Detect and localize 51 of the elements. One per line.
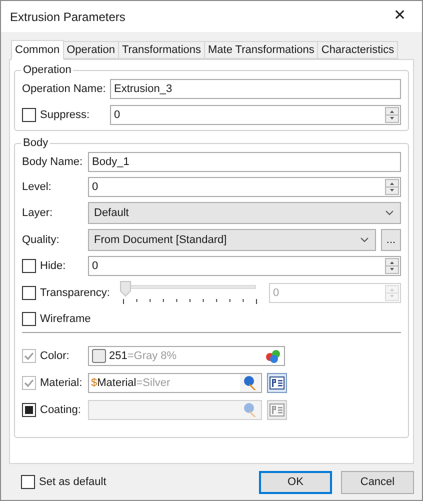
- checkbox-label: Set as default: [39, 474, 106, 490]
- dropdown-caret-icon: [360, 237, 369, 243]
- spin-field[interactable]: 0: [88, 256, 401, 276]
- input-field[interactable]: Body_1: [88, 152, 401, 172]
- dropdown[interactable]: From Document [Standard]: [88, 229, 376, 251]
- field-label: Suppress:: [40, 108, 90, 123]
- field-label: Wireframe: [40, 312, 91, 327]
- field-label: Coating:: [40, 402, 81, 418]
- more-button[interactable]: ...: [381, 229, 401, 251]
- field-label: Quality:: [22, 232, 60, 248]
- input-field[interactable]: Extrusion_3: [110, 79, 401, 99]
- spin-buttons-icon[interactable]: [385, 107, 399, 123]
- spin-field[interactable]: 0: [110, 105, 401, 125]
- dropdown-caret-icon: [385, 210, 394, 216]
- spin-buttons-icon[interactable]: [385, 258, 399, 274]
- slider[interactable]: [120, 281, 260, 305]
- checkbox[interactable]: [22, 286, 36, 300]
- color-swatch: [92, 349, 106, 363]
- field-label: Transparency:: [40, 286, 110, 301]
- checkbox[interactable]: [22, 403, 36, 417]
- field-label: Level:: [22, 180, 52, 195]
- close-button[interactable]: ✕: [378, 1, 422, 32]
- tab[interactable]: Common: [11, 40, 64, 60]
- field-label: Body Name:: [22, 154, 84, 170]
- dialog-button[interactable]: Cancel: [341, 470, 414, 494]
- field-label: Hide:: [40, 258, 66, 274]
- window-title: Extrusion Parameters: [10, 8, 126, 26]
- field-label: Operation Name:: [22, 82, 107, 97]
- checkbox[interactable]: [22, 312, 36, 326]
- slider-thumb[interactable]: [120, 281, 131, 297]
- palette-icon[interactable]: [265, 348, 281, 364]
- field-label: Material:: [40, 376, 82, 391]
- spin-buttons-icon[interactable]: [385, 179, 399, 195]
- spin-field[interactable]: 0: [88, 177, 401, 197]
- dropdown[interactable]: Default: [88, 202, 401, 224]
- tab[interactable]: Characteristics: [317, 41, 398, 59]
- tab[interactable]: Mate Transformations: [204, 41, 318, 59]
- checkbox[interactable]: [22, 108, 36, 122]
- properties-button[interactable]: [267, 373, 287, 393]
- material-field[interactable]: [88, 400, 262, 420]
- tab[interactable]: Operation: [62, 41, 119, 59]
- field-label: Color:: [40, 348, 70, 364]
- color-value: 251=Gray 8%: [109, 348, 178, 364]
- group-title: Body: [21, 135, 50, 151]
- field-label: Layer:: [22, 206, 54, 221]
- checkbox[interactable]: [22, 259, 36, 273]
- tab[interactable]: Transformations: [118, 41, 205, 59]
- group-title: Operation: [21, 62, 74, 78]
- checkbox[interactable]: [21, 475, 35, 489]
- dialog-button[interactable]: OK: [259, 470, 332, 494]
- material-value: $Material=Silver: [91, 376, 172, 391]
